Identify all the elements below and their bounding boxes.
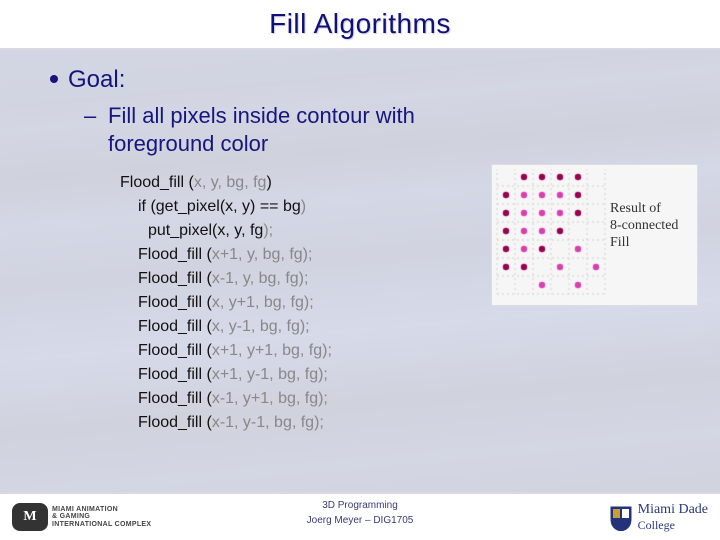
code-dark: Flood_fill ( (138, 294, 212, 311)
code-line: Flood_fill (x-1, y+1, bg, fg); (120, 387, 690, 411)
bullet-icon (50, 75, 58, 83)
magic-line: MIAMI ANIMATION (52, 506, 151, 513)
code-light: x-1, y, bg, fg); (212, 270, 309, 287)
code-line: Flood_fill (x, y-1, bg, fg); (120, 315, 690, 339)
diagram-label-line: 8-connected (610, 218, 678, 235)
dash-icon: – (84, 102, 108, 130)
logo-mdc: Miami Dade College (610, 502, 708, 534)
diagram-label-line: Fill (610, 235, 678, 252)
code-dark: put_pixel(x, y, fg (148, 222, 263, 239)
mdc-line: Miami Dade (638, 502, 708, 517)
mdc-line: College (638, 518, 675, 532)
goal-label: Goal: (68, 66, 125, 93)
diagram-canvas (492, 169, 607, 305)
diagram-8-connected: Result of 8-connected Fill (491, 164, 698, 306)
code-light: x+1, y-1, bg, fg); (212, 366, 328, 383)
code-dark: Flood_fill ( (138, 270, 212, 287)
shield-icon (610, 505, 632, 531)
code-dark: if (get_pixel(x, y) == bg (138, 198, 301, 215)
code-light: ); (263, 222, 273, 239)
slide-title: Fill Algorithms (269, 8, 451, 40)
code-dark: Flood_fill ( (138, 318, 212, 335)
magic-line: & GAMING (52, 513, 151, 520)
sub-goal: –Fill all pixels inside contour with for… (108, 102, 488, 157)
footer-author: Joerg Meyer – DIG1705 (307, 513, 414, 528)
sub-goal-text: Fill all pixels inside contour with fore… (108, 103, 415, 156)
code-dark: Flood_fill ( (138, 390, 212, 407)
code-light: x+1, y+1, bg, fg); (212, 342, 332, 359)
code-dark: Flood_fill ( (138, 366, 212, 383)
magic-line: INTERNATIONAL COMPLEX (52, 521, 151, 528)
code-dark: Flood_fill ( (138, 342, 212, 359)
code-light: x-1, y+1, bg, fg); (212, 390, 328, 407)
footer-course: 3D Programming (307, 498, 414, 513)
code-light: x, y-1, bg, fg); (212, 318, 310, 335)
logo-magic: M MIAMI ANIMATION & GAMING INTERNATIONAL… (12, 503, 151, 531)
slide: Fill Algorithms Goal: –Fill all pixels i… (0, 0, 720, 540)
title-bar: Fill Algorithms (0, 0, 720, 50)
code-dark: Flood_fill ( (138, 414, 212, 431)
code-dark: Flood_fill ( (138, 246, 212, 263)
code-dark: Flood_fill ( (120, 174, 194, 191)
footer: M MIAMI ANIMATION & GAMING INTERNATIONAL… (0, 492, 720, 540)
goal-heading: Goal: (50, 66, 690, 94)
code-light: ) (301, 198, 306, 215)
code-light: x, y+1, bg, fg); (212, 294, 314, 311)
code-line: Flood_fill (x+1, y-1, bg, fg); (120, 363, 690, 387)
diagram-label: Result of 8-connected Fill (610, 201, 678, 251)
magic-text: MIAMI ANIMATION & GAMING INTERNATIONAL C… (52, 506, 151, 528)
diagram-label-line: Result of (610, 201, 678, 218)
code-line: Flood_fill (x+1, y+1, bg, fg); (120, 339, 690, 363)
mdc-text: Miami Dade College (638, 502, 708, 534)
magic-badge-icon: M (12, 503, 48, 531)
code-dark: ) (266, 174, 271, 191)
footer-center: 3D Programming Joerg Meyer – DIG1705 (307, 498, 414, 528)
code-light: x-1, y-1, bg, fg); (212, 414, 324, 431)
code-light: x, y, bg, fg (194, 174, 267, 191)
code-light: x+1, y, bg, fg); (212, 246, 313, 263)
code-line: Flood_fill (x-1, y-1, bg, fg); (120, 411, 690, 435)
